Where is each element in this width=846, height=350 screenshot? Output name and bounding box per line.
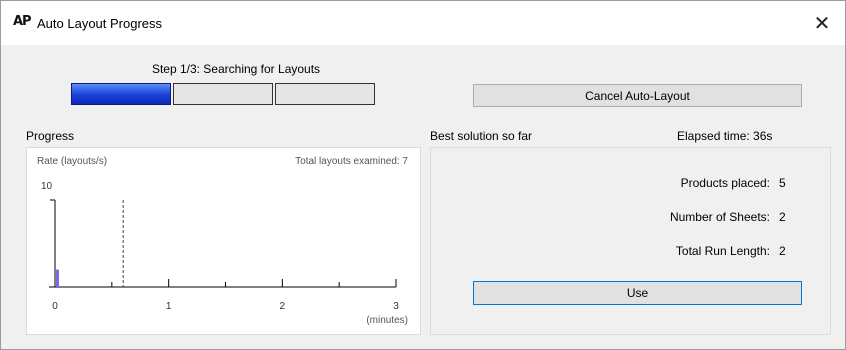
stat-value: 2 [779,210,786,224]
x-tick-label: 1 [166,301,172,312]
step-label: Step 1/3: Searching for Layouts [151,62,321,76]
stat-label: Products placed: [680,176,770,190]
progress-step-2 [173,83,273,105]
x-axis-unit-label: (minutes) [366,315,408,326]
stat-value: 5 [779,176,786,190]
use-button[interactable]: Use [473,281,802,305]
best-solution-panel: Products placed: 5 Number of Sheets: 2 T… [430,147,831,335]
cancel-auto-layout-button[interactable]: Cancel Auto-Layout [473,84,802,107]
stat-label: Total Run Length: [675,244,770,258]
rate-chart: 0 1 2 3 (minutes) [49,199,408,326]
x-tick-label: 0 [52,301,58,312]
window-title: Auto Layout Progress [37,16,163,31]
app-logo-icon: AP [13,14,32,29]
close-icon[interactable]: ✕ [799,1,845,45]
title-bar: AP Auto Layout Progress ✕ [1,1,845,45]
rate-bar [56,269,59,287]
stat-label: Number of Sheets: [669,210,770,224]
auto-layout-progress-dialog: AP Auto Layout Progress ✕ Step 1/3: Sear… [0,0,846,350]
stat-value: 2 [779,244,786,258]
x-tick-label: 2 [280,301,286,312]
progress-step-1 [71,83,171,105]
progress-step-3 [275,83,375,105]
progress-chart-panel: Rate (layouts/s) Total layouts examined:… [26,147,421,335]
best-solution-label: Best solution so far [430,129,533,143]
progress-section-label: Progress [26,129,75,143]
x-tick-label: 3 [393,301,399,312]
elapsed-time: Elapsed time: 36s [677,129,773,143]
